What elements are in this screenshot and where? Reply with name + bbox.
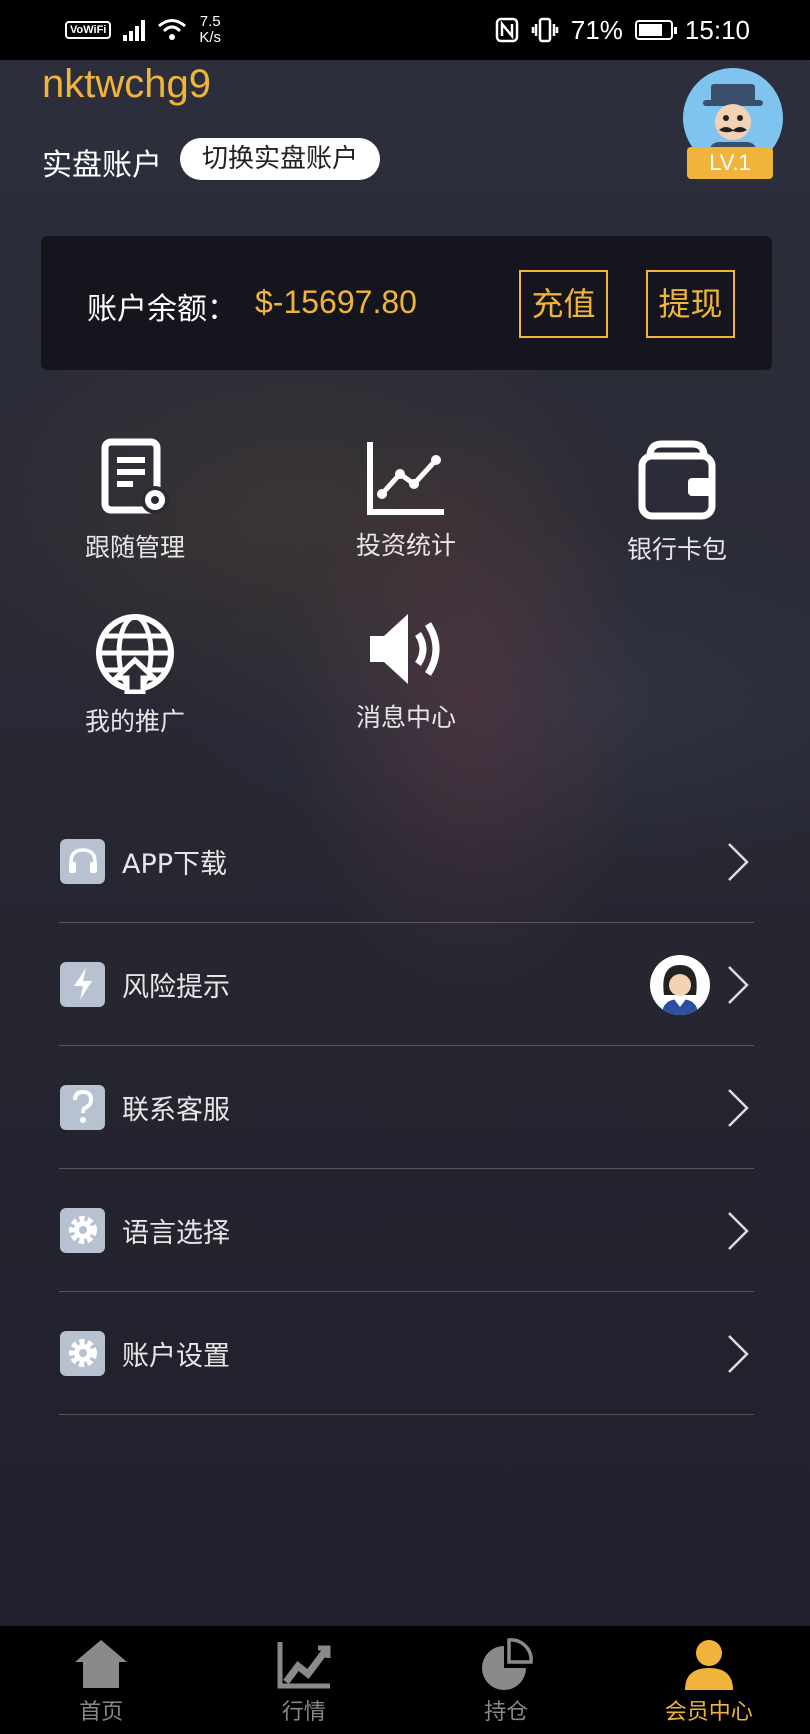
switch-account-button[interactable]: 切换实盘账户 (180, 138, 381, 180)
agent-avatar-icon (662, 965, 698, 1015)
customer-service-avatar[interactable] (650, 955, 710, 1015)
vibrate-icon (531, 17, 559, 43)
battery-percent: 71% (570, 14, 623, 45)
grid-investment-stats[interactable]: 投资统计 (306, 438, 506, 562)
gear-icon (60, 1207, 105, 1253)
signal-icon (123, 19, 146, 41)
grid-follow-management[interactable]: 跟随管理 (35, 438, 235, 564)
menu-label: APP下载 (122, 848, 228, 880)
menu-item-account-settings[interactable]: 账户设置 (59, 1292, 754, 1415)
question-icon (60, 1084, 105, 1130)
tab-label: 持仓 (484, 1700, 529, 1725)
gear-icon (60, 1330, 105, 1376)
balance-label: 账户余额： (87, 292, 237, 327)
tab-positions[interactable]: 持仓 (405, 1626, 608, 1734)
grid-label: 投资统计 (355, 531, 456, 560)
trend-icon (277, 1642, 331, 1689)
pie-icon (482, 1638, 534, 1690)
tab-home[interactable]: 首页 (0, 1626, 203, 1734)
clock: 15:10 (684, 14, 750, 45)
balance-card: 账户余额： $-15697.80 充值 提现 (41, 236, 772, 370)
withdraw-button[interactable]: 提现 (646, 270, 735, 338)
menu-item-risk-notice[interactable]: 风险提示 (59, 923, 754, 1046)
net-speed: 7.5 K/s (199, 13, 222, 46)
battery-icon (634, 20, 677, 40)
tab-label: 会员中心 (664, 1700, 753, 1725)
menu-label: 账户设置 (122, 1340, 230, 1372)
line-chart-icon (367, 442, 444, 515)
user-icon (684, 1640, 733, 1690)
chevron-right-icon (728, 843, 749, 881)
globe-icon (96, 614, 174, 694)
grid-label: 银行卡包 (626, 535, 727, 564)
menu-item-app-download[interactable]: APP下载 (59, 800, 754, 923)
chevron-right-icon (728, 1212, 749, 1250)
grid-bank-card[interactable]: 银行卡包 (577, 438, 777, 566)
wallet-icon (638, 440, 716, 520)
menu-list: APP下载 风险提示 联系客服 语言选择 账户设置 (59, 800, 754, 1415)
wifi-icon (158, 19, 187, 40)
tab-label: 行情 (281, 1700, 326, 1725)
headphones-icon (60, 838, 105, 884)
chevron-right-icon (728, 1335, 749, 1373)
status-bar: VoWiFi 7.5 K/s 71% 15:10 (0, 0, 810, 60)
menu-item-language[interactable]: 语言选择 (59, 1169, 754, 1292)
chevron-right-icon (728, 966, 749, 1004)
home-icon (75, 1640, 128, 1688)
tab-bar: 首页 行情 持仓 会员中心 (0, 1626, 810, 1734)
balance-value: $-15697.80 (255, 284, 417, 320)
vowifi-indicator: VoWiFi (65, 21, 112, 39)
deposit-button[interactable]: 充值 (519, 270, 608, 338)
menu-item-contact-support[interactable]: 联系客服 (59, 1046, 754, 1169)
grid-message-center[interactable]: 消息中心 (306, 608, 506, 734)
lightning-icon (60, 961, 105, 1007)
username: nktwchg9 (42, 62, 211, 106)
speaker-icon (370, 614, 440, 684)
menu-label: 联系客服 (122, 1094, 230, 1126)
menu-label: 风险提示 (122, 971, 230, 1003)
account-type-label: 实盘账户 (42, 148, 162, 183)
level-badge: LV.1 (687, 147, 773, 179)
menu-label: 语言选择 (122, 1217, 230, 1249)
chevron-right-icon (728, 1089, 749, 1127)
tab-label: 首页 (79, 1700, 124, 1725)
tab-market[interactable]: 行情 (203, 1626, 406, 1734)
tab-member-center[interactable]: 会员中心 (608, 1626, 810, 1734)
grid-label: 我的推广 (84, 707, 185, 736)
document-gear-icon (101, 438, 169, 514)
nfc-icon (495, 17, 519, 43)
grid-label: 跟随管理 (84, 533, 185, 562)
grid-my-promotion[interactable]: 我的推广 (35, 612, 235, 738)
grid-label: 消息中心 (355, 703, 456, 732)
